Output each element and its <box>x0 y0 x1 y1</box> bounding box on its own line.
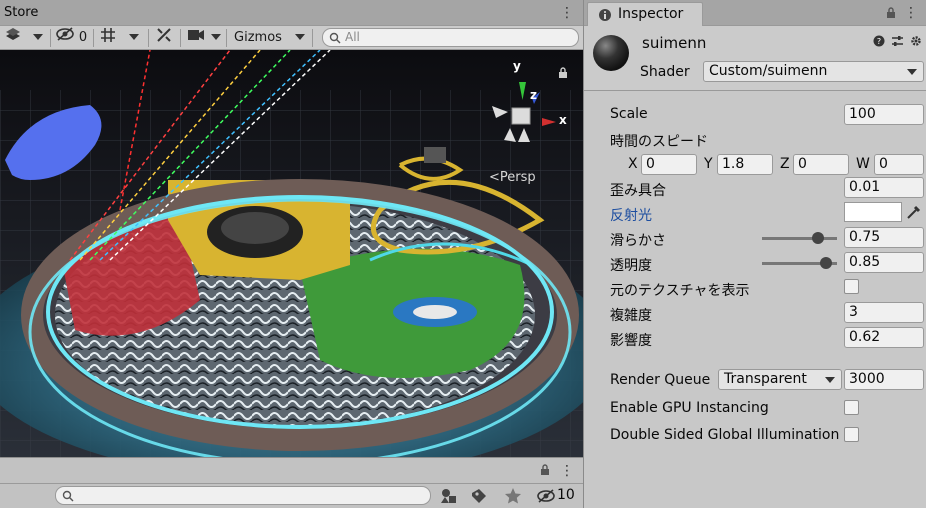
speed-z-label: Z <box>780 156 790 172</box>
hidden-packages-eye-icon[interactable] <box>535 485 557 507</box>
help-icon[interactable]: ? <box>873 35 885 47</box>
bottom-panel: ⋮ 10 <box>0 457 583 508</box>
inspector-lock-icon[interactable] <box>885 7 897 19</box>
inspector-kebab-icon[interactable]: ⋮ <box>904 5 918 21</box>
eyedropper-icon[interactable] <box>905 203 923 221</box>
shader-dropdown[interactable]: Custom/suimenn <box>703 61 924 82</box>
filter-by-label-icon[interactable] <box>468 485 490 507</box>
settings-gear-icon[interactable] <box>910 35 922 47</box>
render-queue-dropdown[interactable]: Transparent <box>718 369 842 390</box>
draw-mode-icon[interactable] <box>2 27 24 49</box>
grid-icon[interactable] <box>97 27 119 49</box>
tab-store[interactable]: Store <box>0 0 42 26</box>
hidden-count: 0 <box>78 30 88 45</box>
show-texture-label: 元のテクスチャを表示 <box>610 283 750 299</box>
scene-search-placeholder: All <box>345 30 360 44</box>
favorite-star-icon[interactable] <box>502 485 524 507</box>
gizmo-z-label: z <box>530 88 537 102</box>
speed-w-field[interactable]: 0 <box>874 154 924 175</box>
transparency-slider-thumb[interactable] <box>819 257 832 269</box>
inspector-tab-label: Inspector <box>618 6 684 22</box>
draw-mode-dropdown-icon[interactable] <box>28 27 48 49</box>
double-sided-gi-checkbox[interactable] <box>844 427 859 442</box>
visibility-count: 10 <box>557 487 575 503</box>
shadow-field[interactable]: 0.62 <box>844 327 924 348</box>
distortion-label: 歪み具合 <box>610 183 666 199</box>
speed-y-label: Y <box>704 156 713 172</box>
scene-tabbar: Store ⋮ <box>0 0 583 26</box>
complexity-label: 複雑度 <box>610 308 652 324</box>
render-queue-label: Render Queue <box>610 372 711 388</box>
render-queue-arrow-icon <box>825 377 835 383</box>
presets-icon[interactable] <box>891 35 904 47</box>
svg-text:?: ? <box>877 37 881 46</box>
reflection-color-field[interactable] <box>844 202 902 222</box>
speed-label: 時間のスピード <box>610 134 708 150</box>
complexity-field[interactable]: 3 <box>844 302 924 323</box>
reflection-label: 反射光 <box>610 208 652 224</box>
smoothness-slider-thumb[interactable] <box>812 232 825 244</box>
bottom-search-icon <box>62 490 74 502</box>
gpu-instancing-checkbox[interactable] <box>844 400 859 415</box>
inspector-panel: Inspector ⋮ suimenn ? Shader Custom/suim… <box>583 0 926 508</box>
bottom-search-input[interactable] <box>55 486 431 505</box>
shader-label: Shader <box>640 64 690 80</box>
scene-panel: Store ⋮ 0 Gizmos All y z x <Persp ⋮ 10 <box>0 0 583 508</box>
smoothness-slider-track[interactable] <box>762 237 837 240</box>
scale-field[interactable]: 100 <box>844 104 924 125</box>
distortion-field[interactable]: 0.01 <box>844 177 924 198</box>
tools-icon[interactable] <box>152 27 176 49</box>
gizmos-button[interactable]: Gizmos <box>229 27 287 49</box>
shader-value: Custom/suimenn <box>709 63 828 79</box>
grid-dropdown-icon[interactable] <box>124 27 144 49</box>
material-header: suimenn ? Shader Custom/suimenn <box>584 26 926 91</box>
render-queue-field[interactable]: 3000 <box>844 369 924 390</box>
render-queue-mode: Transparent <box>724 371 807 387</box>
smoothness-field[interactable]: 0.75 <box>844 227 924 248</box>
camera-icon[interactable] <box>184 27 208 49</box>
search-icon <box>329 32 341 44</box>
speed-w-label: W <box>856 156 870 172</box>
axis-gizmo[interactable] <box>484 70 564 150</box>
shader-dropdown-arrow-icon <box>907 69 917 75</box>
persp-label[interactable]: <Persp <box>489 170 536 185</box>
camera-dropdown-icon[interactable] <box>208 27 224 49</box>
lock-icon[interactable] <box>557 67 569 79</box>
shadow-label: 影響度 <box>610 333 652 349</box>
double-sided-gi-label: Double Sided Global Illumination <box>610 427 840 443</box>
scene-viewport[interactable]: y z x <Persp <box>0 50 583 457</box>
scale-label: Scale <box>610 106 648 122</box>
bottom-kebab-icon[interactable]: ⋮ <box>560 463 574 479</box>
gizmo-y-label: y <box>513 59 521 73</box>
gizmos-dropdown-icon[interactable] <box>292 27 308 49</box>
visibility-hidden-icon[interactable] <box>54 27 76 49</box>
speed-x-field[interactable]: 0 <box>641 154 697 175</box>
kebab-menu-icon[interactable]: ⋮ <box>560 5 574 21</box>
smoothness-label: 滑らかさ <box>610 233 666 249</box>
material-preview-icon <box>593 35 629 71</box>
scene-toolbar: 0 Gizmos All <box>0 26 583 50</box>
show-texture-checkbox[interactable] <box>844 279 859 294</box>
bottom-lock-icon[interactable] <box>539 464 551 476</box>
gpu-instancing-label: Enable GPU Instancing <box>610 400 769 416</box>
gizmo-x-label: x <box>559 113 567 127</box>
speed-x-label: X <box>628 156 638 172</box>
tab-inspector[interactable]: Inspector <box>587 2 703 26</box>
scene-search-input[interactable]: All <box>322 28 579 47</box>
persp-text: Persp <box>499 170 536 185</box>
info-icon <box>599 9 611 21</box>
filter-by-type-icon[interactable] <box>438 485 460 507</box>
transparency-label: 透明度 <box>610 258 652 274</box>
speed-z-field[interactable]: 0 <box>793 154 849 175</box>
speed-y-field[interactable]: 1.8 <box>717 154 773 175</box>
persp-chevron-icon: < <box>489 170 500 185</box>
transparency-field[interactable]: 0.85 <box>844 252 924 273</box>
material-name: suimenn <box>642 34 707 52</box>
